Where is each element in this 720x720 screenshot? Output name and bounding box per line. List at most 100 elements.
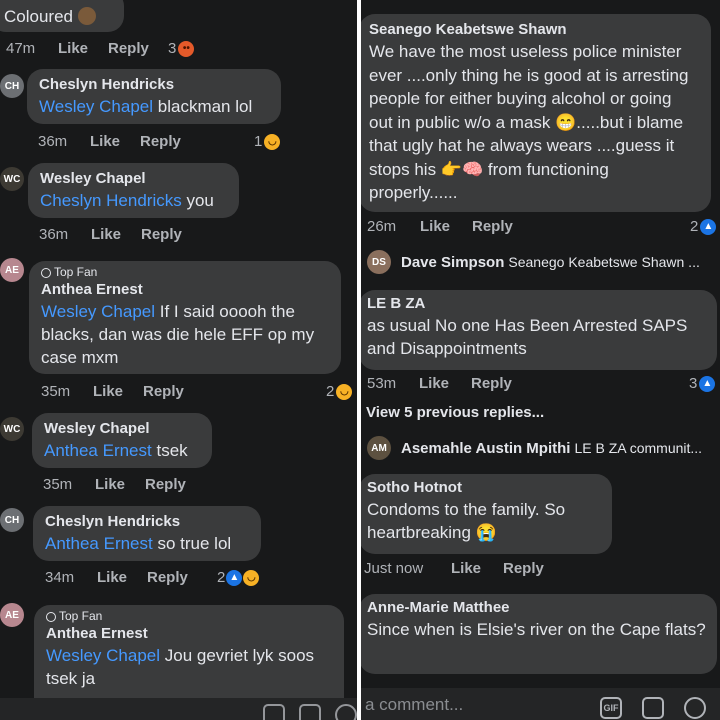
avatar[interactable]: AE [0,258,24,282]
mention-tag[interactable]: Wesley Chapel [46,646,160,665]
comment-time: 47m [6,40,36,57]
comment-text: Condoms to the family. So heartbreaking … [367,500,566,542]
like-button[interactable]: Like [419,375,449,392]
reaction-summary[interactable]: 1 ◡ [254,133,281,150]
emoji-icon[interactable] [335,704,357,720]
sticker-icon[interactable] [642,697,664,719]
reply-author: Dave Simpson [401,253,505,271]
reply-summary[interactable]: AM Asemahle Austin Mpithi LE B ZA commun… [367,436,719,460]
comment-author[interactable]: Sotho Hotnot [367,478,604,498]
comment-time: 53m [367,375,397,392]
sticker-icon[interactable] [299,704,321,720]
comment-bubble: Sotho Hotnot Condoms to the family. So h… [361,474,612,554]
comment-composer-bar [0,698,357,720]
comment-time: 35m [41,383,71,400]
comment-author[interactable]: Anne-Marie Matthee [367,598,709,618]
mention-tag[interactable]: Anthea Ernest [45,534,153,553]
reaction-summary[interactable]: 3 •• [168,40,195,57]
like-reaction-icon: ▲ [699,375,716,392]
reaction-count: 2 [326,383,335,400]
right-comments-panel: Seanego Keabetswe Shawn We have the most… [361,0,720,720]
composer-placeholder: a comment... [365,695,464,714]
top-fan-badge: Top Fan [41,265,329,280]
view-previous-replies-link[interactable]: View 5 previous replies... [366,404,544,421]
mention-tag[interactable]: Anthea Ernest [44,441,152,460]
gif-icon[interactable]: GIF [600,697,622,719]
view-previous-label: View 5 previous replies... [366,404,545,421]
reaction-summary[interactable]: 2 ▲ [690,218,717,235]
avatar: AM [367,436,391,460]
haha-reaction-icon: ◡ [243,569,260,586]
comment-text: you [181,191,214,210]
comment-text: so true lol [152,534,232,553]
reply-button[interactable]: Reply [141,226,182,243]
comment-bubble: LE B ZA as usual No one Has Been Arreste… [361,290,717,370]
mention-tag[interactable]: Cheslyn Hendricks [40,191,182,210]
comment-text: Coloured [4,7,73,26]
emoji-icon[interactable] [684,697,706,719]
comment-time: 35m [43,476,73,493]
comment-text: Since when is Elsie's river on the Cape … [367,620,706,639]
like-button[interactable]: Like [451,560,481,577]
gif-icon[interactable] [263,704,285,720]
avatar[interactable]: AE [0,603,24,627]
mention-tag[interactable]: Wesley Chapel [39,97,153,116]
like-button[interactable]: Like [420,218,450,235]
comment-time: Just now [364,560,424,577]
comment-author[interactable]: Cheslyn Hendricks [45,512,249,532]
reply-button[interactable]: Reply [472,218,513,235]
reply-author: Asemahle Austin Mpithi [401,439,571,457]
comment-text: We have the most useless police minister… [369,42,689,202]
like-button[interactable]: Like [90,133,120,150]
comment-author[interactable]: Anthea Ernest [46,624,332,644]
comment-author[interactable]: Wesley Chapel [40,169,227,189]
like-reaction-icon: ▲ [226,569,243,586]
emoji [77,7,96,25]
comment-text: as usual No one Has Been Arrested SAPS a… [367,316,688,358]
reply-button[interactable]: Reply [503,560,544,577]
comment-author[interactable]: LE B ZA [367,294,709,314]
like-button[interactable]: Like [58,40,88,57]
mention-tag[interactable]: Wesley Chapel [41,302,155,321]
reaction-summary[interactable]: 2 ▲ ◡ [217,569,260,586]
avatar[interactable]: WC [0,167,24,191]
avatar[interactable]: CH [0,508,24,532]
reply-snippet: LE B ZA communit... [574,440,703,456]
reply-button[interactable]: Reply [145,476,186,493]
like-button[interactable]: Like [93,383,123,400]
comment-author[interactable]: Anthea Ernest [41,280,329,300]
comment-bubble: Cheslyn Hendricks Anthea Ernest so true … [33,506,261,561]
reaction-summary[interactable]: 3 ▲ [689,375,716,392]
comment-text: blackman lol [153,97,253,116]
reply-button[interactable]: Reply [108,40,149,57]
like-button[interactable]: Like [95,476,125,493]
comment-bubble: Wesley Chapel Anthea Ernest tsek [32,413,212,468]
reply-button[interactable]: Reply [471,375,512,392]
comment-time: 26m [367,218,397,235]
like-button[interactable]: Like [91,226,121,243]
reaction-count: 2 [217,569,226,586]
avatar: DS [367,250,391,274]
reaction-count: 2 [690,218,699,235]
comment-author[interactable]: Seanego Keabetswe Shawn [369,20,699,40]
reply-button[interactable]: Reply [147,569,188,586]
reaction-summary[interactable]: 2 ◡ [326,383,353,400]
comment-bubble: Wesley Chapel Cheslyn Hendricks you [28,163,239,218]
top-fan-badge: Top Fan [46,609,332,624]
angry-reaction-icon: •• [178,40,195,57]
like-reaction-icon: ▲ [700,218,717,235]
comment-bubble: Coloured [0,0,124,32]
comment-time: 36m [39,226,69,243]
left-comments-panel: Coloured 47m Like Reply 3 •• CH Cheslyn … [0,0,357,720]
reply-button[interactable]: Reply [143,383,184,400]
reply-summary[interactable]: DS Dave Simpson Seanego Keabetswe Shawn … [367,250,717,274]
comment-time: 34m [45,569,75,586]
comment-author[interactable]: Wesley Chapel [44,419,200,439]
comment-author[interactable]: Cheslyn Hendricks [39,75,269,95]
avatar[interactable]: WC [0,417,24,441]
badge-label: Top Fan [59,609,103,623]
reply-button[interactable]: Reply [140,133,181,150]
avatar[interactable]: CH [0,74,24,98]
like-button[interactable]: Like [97,569,127,586]
comment-bubble: Anne-Marie Matthee Since when is Elsie's… [361,594,717,674]
